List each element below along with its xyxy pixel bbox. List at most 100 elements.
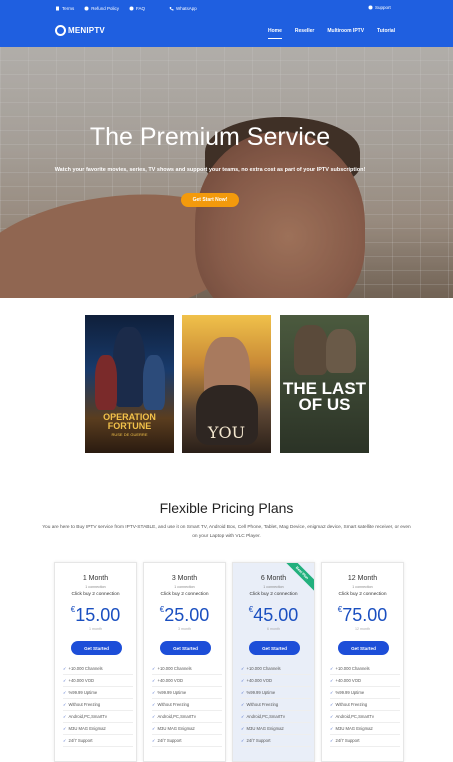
feature-label: %99.99 Uptime — [157, 690, 187, 695]
plan-features: ✓ +10.000 Channels ✓ +40.000 VOD ✓ %99.99 U… — [152, 663, 222, 747]
top-bar: Terms Refund Policy FAQ WhatsApp Support — [0, 0, 453, 17]
plan-buy-note: Click buy 2 connection — [71, 592, 120, 597]
poster-figure — [95, 355, 117, 410]
feature-label: +40.000 VOD — [68, 678, 95, 683]
check-icon: ✓ — [330, 714, 334, 719]
logo-text: MENIPTV — [68, 26, 105, 35]
logo-ring-icon — [55, 25, 66, 36]
feature-label: M3U MAG Enigma2 — [157, 726, 195, 731]
whatsapp-label: WhatsApp — [176, 6, 197, 11]
feature-item: ✓ %99.99 Uptime — [63, 687, 133, 699]
feature-label: Without Freezing — [246, 702, 279, 707]
plan-name: 1 Month — [82, 575, 109, 582]
logo[interactable]: MENIPTV — [55, 25, 105, 36]
headset-icon — [368, 5, 373, 10]
get-started-button[interactable]: Get Started — [338, 641, 389, 655]
feature-label: M3U MAG Enigma2 — [335, 726, 373, 731]
plan-price-value: 45.00 — [253, 605, 299, 625]
plan-price-value: 25.00 — [164, 605, 210, 625]
plan-price-value: 15.00 — [75, 605, 121, 625]
feature-label: Without Freezing — [157, 702, 190, 707]
plan-price-value: 75.00 — [342, 605, 388, 625]
faq-link[interactable]: FAQ — [129, 6, 145, 11]
nav-item-multiroom[interactable]: Multiroom IPTV — [327, 28, 364, 39]
terms-link[interactable]: Terms — [55, 6, 74, 11]
plan-name: 3 Month — [171, 575, 198, 582]
hero-subtitle: Watch your favorite movies, series, TV s… — [54, 167, 366, 173]
feature-item: ✓ Without Freezing — [241, 699, 311, 711]
plan-period: 12 month — [355, 627, 370, 631]
phone-icon — [169, 7, 174, 11]
feature-item: ✓ Android,PC,SmartTv — [241, 711, 311, 723]
feature-label: 24/7 Support — [68, 738, 93, 743]
pricing-description: You are here to Buy IPTV service from IP… — [42, 525, 411, 539]
support-link[interactable]: Support — [368, 5, 391, 10]
poster-figure — [113, 327, 145, 407]
plan-price: €15.00 — [55, 605, 136, 626]
poster-figure — [143, 355, 165, 410]
nav-item-home[interactable]: Home — [268, 28, 282, 39]
feature-item: ✓ Without Freezing — [63, 699, 133, 711]
doc-icon — [56, 6, 59, 11]
get-start-button[interactable]: Get Start Now! — [181, 193, 239, 207]
plan-price: €25.00 — [144, 605, 225, 626]
check-icon: ✓ — [63, 690, 67, 695]
feature-item: ✓ +40.000 VOD — [152, 675, 222, 687]
check-icon: ✓ — [241, 726, 245, 731]
check-icon: ✓ — [63, 702, 67, 707]
check-icon: ✓ — [330, 738, 334, 743]
poster-you[interactable]: YOU — [182, 315, 271, 453]
plan-period: 6 month — [267, 627, 280, 631]
feature-item: ✓ 24/7 Support — [330, 735, 400, 747]
feature-label: Android,PC,SmartTv — [157, 714, 196, 719]
feature-item: ✓ Android,PC,SmartTv — [63, 711, 133, 723]
pricing-title: Flexible Pricing Plans — [159, 500, 294, 516]
check-icon: ✓ — [330, 690, 334, 695]
terms-label: Terms — [62, 6, 75, 11]
plan-buy-note: Click buy 2 connection — [160, 592, 209, 597]
feature-item: ✓ Without Freezing — [152, 699, 222, 711]
question-icon — [129, 6, 134, 11]
check-icon: ✓ — [330, 666, 334, 671]
check-icon: ✓ — [152, 678, 156, 683]
plan-features: ✓ +10.000 Channels ✓ +40.000 VOD ✓ %99.99 U… — [330, 663, 400, 747]
poster-title: OPERATION FORTUNE — [103, 412, 156, 431]
check-icon: ✓ — [63, 738, 67, 743]
feature-item: ✓ M3U MAG Enigma2 — [241, 723, 311, 735]
whatsapp-link[interactable]: WhatsApp — [169, 6, 197, 11]
feature-item: ✓ %99.99 Uptime — [241, 687, 311, 699]
plan-buy-note: Click buy 2 connection — [249, 592, 298, 597]
feature-item: ✓ M3U MAG Enigma2 — [330, 723, 400, 735]
get-started-button[interactable]: Get Started — [160, 641, 211, 655]
feature-label: +10.000 Channels — [246, 666, 281, 671]
poster-title: THE LAST OF US — [282, 379, 367, 414]
main-nav: MENIPTV Home Reseller Multiroom IPTV Tut… — [0, 17, 453, 47]
feature-label: +40.000 VOD — [246, 678, 273, 683]
poster-the-last-of-us[interactable]: THE LAST OF US — [280, 315, 369, 453]
feature-item: ✓ +10.000 Channels — [63, 663, 133, 675]
check-icon: ✓ — [63, 726, 67, 731]
plan-name: 6 Month — [260, 575, 287, 582]
plan-period: 3 month — [178, 627, 191, 631]
feature-item: ✓ M3U MAG Enigma2 — [152, 723, 222, 735]
refund-link[interactable]: Refund Policy — [84, 6, 119, 11]
feature-item: ✓ +40.000 VOD — [241, 675, 311, 687]
check-icon: ✓ — [330, 726, 334, 731]
nav-item-reseller[interactable]: Reseller — [295, 28, 314, 39]
hero-title: The Premium Service — [89, 123, 331, 151]
feature-item: ✓ Android,PC,SmartTv — [330, 711, 400, 723]
hero-section: The Premium Service Watch your favorite … — [0, 47, 453, 298]
feature-label: Android,PC,SmartTv — [68, 714, 107, 719]
poster-operation-fortune[interactable]: OPERATION FORTUNE RUSE DE GUERRE — [85, 315, 174, 453]
plan-connection: 1 connection — [352, 585, 373, 589]
nav-item-tutorial[interactable]: Tutorial — [377, 28, 395, 39]
feature-label: 24/7 Support — [335, 738, 360, 743]
plan-card-3-month: 3 Month 1 connection Click buy 2 connect… — [143, 562, 226, 762]
feature-label: +40.000 VOD — [335, 678, 362, 683]
get-started-button[interactable]: Get Started — [249, 641, 300, 655]
feature-item: ✓ Without Freezing — [330, 699, 400, 711]
feature-label: +10.000 Channels — [68, 666, 103, 671]
get-started-button[interactable]: Get Started — [71, 641, 122, 655]
plan-buy-note: Click buy 2 connection — [338, 592, 387, 597]
feature-item: ✓ +10.000 Channels — [241, 663, 311, 675]
